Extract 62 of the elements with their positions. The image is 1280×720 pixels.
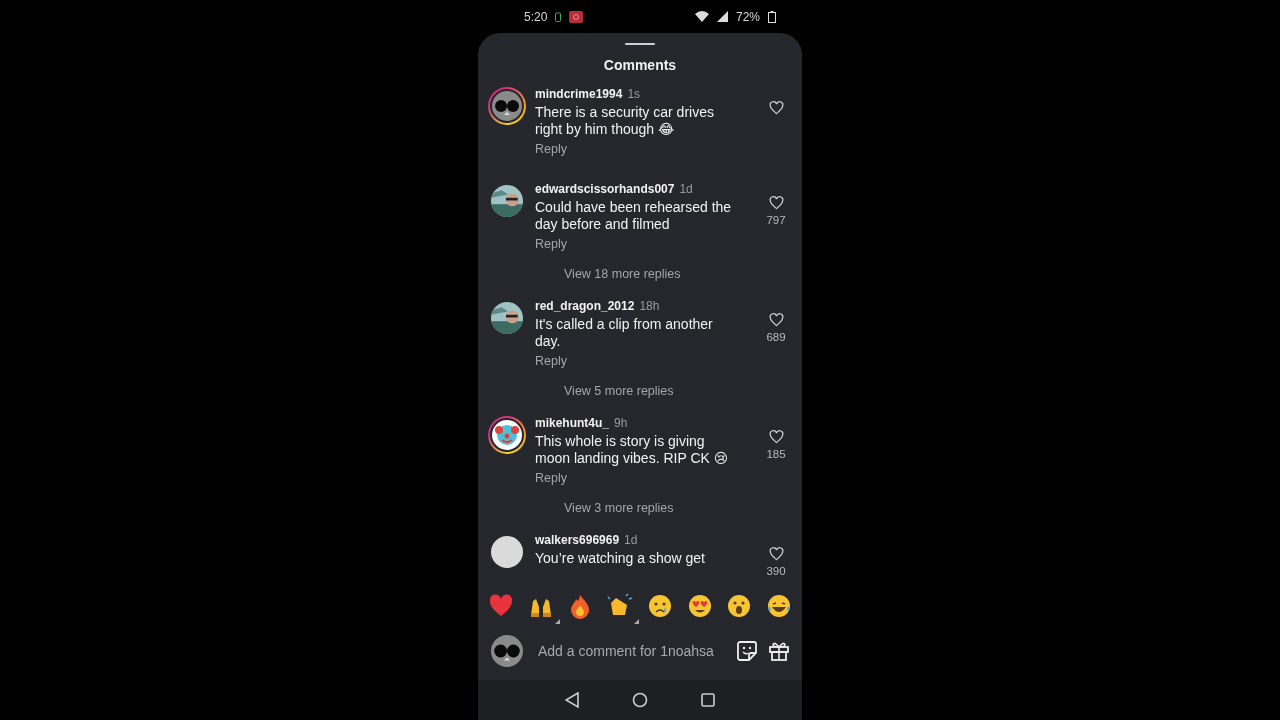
default-avatar-icon (491, 536, 523, 568)
username[interactable]: mikehunt4u_ (535, 416, 609, 430)
heart-icon[interactable] (768, 547, 784, 561)
variants-corner-icon (634, 619, 640, 624)
heart-icon[interactable] (768, 430, 784, 444)
sheet-title: Comments (602, 57, 678, 73)
view-replies-link[interactable]: View 3 more replies (564, 501, 674, 515)
home-icon[interactable] (632, 692, 648, 708)
wow-emoji-icon (726, 593, 753, 619)
comment-text: You’re watching a show get (535, 550, 705, 567)
username[interactable]: walkers696969 (535, 533, 620, 547)
battery-icon (768, 10, 776, 23)
username[interactable]: mindcrime1994 (535, 87, 623, 101)
username[interactable]: red_dragon_2012 (535, 299, 635, 313)
comment-age: 9h (614, 416, 628, 430)
reply-link[interactable]: Reply (535, 237, 567, 251)
laugh-emoji-icon (765, 593, 792, 619)
signal-icon (716, 11, 728, 22)
story-ring[interactable] (488, 87, 526, 125)
cat-avatar-icon (492, 91, 522, 121)
comment-text: There is a security car drives right by him though 😂 (535, 104, 715, 138)
heart-icon[interactable] (768, 101, 784, 115)
cry-emoji-icon (646, 593, 673, 619)
cat-avatar-icon (491, 635, 523, 667)
like-count: 797 (766, 214, 786, 226)
reply-link[interactable]: Reply (535, 142, 567, 156)
heart-emoji-icon (488, 593, 514, 619)
recents-icon[interactable] (701, 693, 716, 707)
reply-link[interactable]: Reply (535, 471, 567, 485)
sticker-button[interactable] (736, 640, 758, 662)
like-count: 185 (766, 448, 786, 460)
gift-button[interactable] (768, 640, 790, 662)
comment-input[interactable]: Add a comment for 1noahsa (536, 642, 726, 660)
comment-age: 1d (624, 533, 638, 547)
screen-record-icon (569, 10, 584, 23)
drag-handle[interactable] (625, 43, 655, 45)
wifi-icon (694, 11, 709, 22)
gift-icon (768, 640, 790, 662)
reply-link[interactable]: Reply (535, 354, 567, 368)
back-icon[interactable] (564, 692, 579, 708)
story-ring[interactable] (488, 416, 526, 454)
sticker-icon (736, 640, 758, 662)
comment-age: 1s (627, 87, 641, 101)
clown-face-icon (492, 420, 522, 450)
hearteyes-emoji-icon (686, 593, 713, 619)
comment-age: 1d (679, 182, 693, 196)
view-replies-link[interactable]: View 18 more replies (564, 267, 681, 281)
username[interactable]: edwardscissorhands007 (535, 182, 675, 196)
view-replies-link[interactable]: View 5 more replies (564, 384, 674, 398)
status-time: 5:20 (524, 9, 548, 24)
heart-icon[interactable] (768, 196, 784, 210)
comment-text: This whole is story is giving moon landing vibes. RIP CK 😢 (535, 433, 730, 467)
emoji-reaction-button[interactable] (607, 593, 640, 624)
comment-text: It's called a clip from another day. (535, 316, 714, 350)
battery-percent: 72% (735, 9, 760, 24)
like-count: 689 (766, 331, 786, 343)
battery-saver-icon (555, 11, 562, 22)
like-count: 390 (766, 565, 786, 577)
heart-icon[interactable] (768, 313, 784, 327)
comment-age: 18h (639, 299, 660, 313)
comment-text: Could have been rehearsed the day before and filmed (535, 199, 733, 233)
variants-corner-icon (554, 619, 560, 624)
